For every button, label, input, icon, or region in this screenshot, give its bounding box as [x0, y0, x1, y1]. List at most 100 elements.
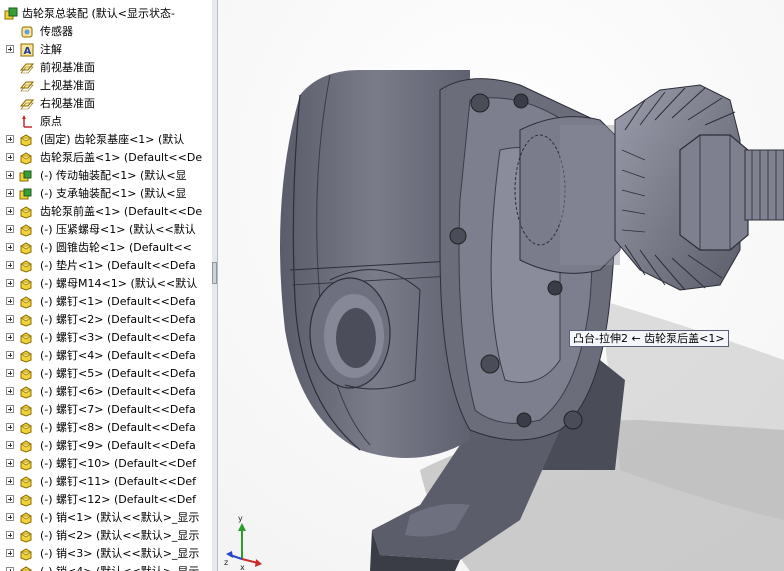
- tree-item[interactable]: (-) 螺钉<5> (Default<<Defa: [0, 365, 212, 383]
- part-icon: [19, 458, 33, 471]
- tree-item-label: (-) 销<3> (默认<<默认>_显示: [40, 547, 200, 560]
- expand-toggle-icon[interactable]: [6, 279, 14, 287]
- tree-item-label: 齿轮泵总装配 (默认<显示状态-: [22, 7, 175, 20]
- subassembly-icon: [19, 170, 32, 182]
- tree-item-label: (-) 销<4> (默认<<默认>_显示: [40, 563, 199, 571]
- gear-pump-model[interactable]: [218, 0, 784, 571]
- tree-item-label: (-) 螺钉<8> (Default<<Defa: [40, 421, 196, 434]
- plane-icon: [20, 63, 34, 74]
- tree-item[interactable]: 原点: [0, 113, 212, 131]
- tree-item[interactable]: A 注解: [0, 41, 212, 59]
- expand-toggle-icon[interactable]: [6, 315, 14, 323]
- part-icon: [19, 512, 33, 525]
- tree-item[interactable]: (-) 压紧螺母<1> (默认<<默认: [0, 221, 212, 239]
- expand-toggle-icon[interactable]: [6, 351, 14, 359]
- tree-item[interactable]: 上视基准面: [0, 77, 212, 95]
- tree-item[interactable]: (-) 螺钉<1> (Default<<Defa: [0, 293, 212, 311]
- tree-item-label: (-) 压紧螺母<1> (默认<<默认: [40, 223, 196, 236]
- expand-toggle-icon[interactable]: [6, 333, 14, 341]
- expand-toggle-icon[interactable]: [6, 243, 14, 251]
- part-icon: [19, 134, 33, 147]
- tree-item[interactable]: (-) 螺钉<4> (Default<<Defa: [0, 347, 212, 365]
- expand-toggle-icon[interactable]: [6, 369, 14, 377]
- tree-item-label: (-) 销<1> (默认<<默认>_显示: [40, 511, 200, 524]
- expand-toggle-icon[interactable]: [6, 171, 14, 179]
- tree-item-label: (-) 螺钉<9> (Default<<Defa: [40, 439, 196, 452]
- tree-item[interactable]: 前视基准面: [0, 59, 212, 77]
- expand-toggle-icon[interactable]: [6, 135, 14, 143]
- expand-toggle-icon[interactable]: [6, 549, 14, 557]
- expand-toggle-icon[interactable]: [6, 297, 14, 305]
- tree-item-label: (-) 圆锥齿轮<1> (Default<<: [40, 241, 192, 254]
- part-icon: [19, 494, 33, 507]
- tree-item-label: 上视基准面: [40, 79, 95, 92]
- expand-toggle-icon[interactable]: [6, 405, 14, 413]
- tree-item[interactable]: (-) 圆锥齿轮<1> (Default<<: [0, 239, 212, 257]
- expand-toggle-icon[interactable]: [6, 45, 14, 53]
- tree-item[interactable]: (-) 螺钉<3> (Default<<Defa: [0, 329, 212, 347]
- expand-toggle-icon[interactable]: [6, 477, 14, 485]
- sensor-icon: [21, 26, 33, 38]
- tree-item[interactable]: (-) 螺钉<6> (Default<<Defa: [0, 383, 212, 401]
- expand-toggle-icon[interactable]: [6, 423, 14, 431]
- assembly-icon: [4, 7, 18, 20]
- tree-item-label: (-) 垫片<1> (Default<<Defa: [40, 259, 196, 272]
- tree-item-label: (-) 螺母M14<1> (默认<<默认: [40, 277, 198, 290]
- tree-item[interactable]: (-) 螺钉<7> (Default<<Defa: [0, 401, 212, 419]
- tree-item[interactable]: (-) 螺钉<12> (Default<<Def: [0, 491, 212, 509]
- expand-toggle-icon[interactable]: [6, 225, 14, 233]
- tree-item[interactable]: 齿轮泵前盖<1> (Default<<De: [0, 203, 212, 221]
- part-icon: [19, 224, 33, 237]
- triad-z-label: z: [224, 558, 228, 567]
- tree-item[interactable]: (-) 螺钉<8> (Default<<Defa: [0, 419, 212, 437]
- expand-toggle-icon[interactable]: [6, 261, 14, 269]
- expand-toggle-icon[interactable]: [6, 441, 14, 449]
- tree-item[interactable]: 右视基准面: [0, 95, 212, 113]
- tree-item[interactable]: (-) 销<2> (默认<<默认>_显示: [0, 527, 212, 545]
- tree-item-label: (-) 螺钉<3> (Default<<Defa: [40, 331, 196, 344]
- tree-item[interactable]: (-) 销<3> (默认<<默认>_显示: [0, 545, 212, 563]
- tree-item[interactable]: (-) 螺钉<11> (Default<<Def: [0, 473, 212, 491]
- tree-item[interactable]: (-) 螺钉<9> (Default<<Defa: [0, 437, 212, 455]
- tree-item[interactable]: (-) 螺母M14<1> (默认<<默认: [0, 275, 212, 293]
- tree-item[interactable]: (固定) 齿轮泵基座<1> (默认: [0, 131, 212, 149]
- tree-item[interactable]: (-) 螺钉<2> (Default<<Defa: [0, 311, 212, 329]
- tree-item-label: (-) 螺钉<11> (Default<<Def: [40, 475, 197, 488]
- part-icon: [19, 530, 33, 543]
- tree-item[interactable]: (-) 销<4> (默认<<默认>_显示: [0, 563, 212, 571]
- expand-toggle-icon[interactable]: [6, 387, 14, 395]
- origin-icon: [22, 115, 32, 128]
- expand-toggle-icon[interactable]: [6, 513, 14, 521]
- tree-item[interactable]: (-) 销<1> (默认<<默认>_显示: [0, 509, 212, 527]
- tree-item-label: 前视基准面: [40, 61, 95, 74]
- tree-item[interactable]: 传感器: [0, 23, 212, 41]
- threaded-shaft-end: [744, 149, 784, 221]
- expand-toggle-icon[interactable]: [6, 207, 14, 215]
- tree-item[interactable]: (-) 支承轴装配<1> (默认<显: [0, 185, 212, 203]
- tree-item-label: 右视基准面: [40, 97, 95, 110]
- part-icon: [19, 548, 33, 561]
- expand-toggle-icon[interactable]: [6, 531, 14, 539]
- tree-item-label: (-) 螺钉<2> (Default<<Defa: [40, 313, 196, 326]
- tree-item-label: (-) 螺钉<12> (Default<<Def: [40, 493, 197, 506]
- graphics-viewport[interactable]: [218, 0, 784, 571]
- tree-root-assembly[interactable]: 齿轮泵总装配 (默认<显示状态-: [0, 5, 212, 23]
- expand-toggle-icon[interactable]: [6, 495, 14, 503]
- tree-item[interactable]: (-) 垫片<1> (Default<<Defa: [0, 257, 212, 275]
- expand-toggle-icon[interactable]: [6, 189, 14, 197]
- tree-item[interactable]: (-) 传动轴装配<1> (默认<显: [0, 167, 212, 185]
- tree-item-label: (-) 销<2> (默认<<默认>_显示: [40, 529, 200, 542]
- part-icon: [19, 404, 33, 417]
- expand-toggle-icon[interactable]: [6, 459, 14, 467]
- splitter-collapse-handle[interactable]: [212, 262, 217, 284]
- tree-item-label: (-) 螺钉<6> (Default<<Defa: [40, 385, 196, 398]
- tree-item-label: (-) 螺钉<4> (Default<<Defa: [40, 349, 196, 362]
- expand-toggle-icon[interactable]: [6, 153, 14, 161]
- tree-item-label: (固定) 齿轮泵基座<1> (默认: [40, 133, 185, 146]
- tree-item[interactable]: 齿轮泵后盖<1> (Default<<De: [0, 149, 212, 167]
- tree-item-label: 注解: [40, 43, 62, 56]
- triad-x-label: x: [240, 563, 245, 571]
- tree-item[interactable]: (-) 螺钉<10> (Default<<Def: [0, 455, 212, 473]
- expand-toggle-icon[interactable]: [6, 567, 14, 571]
- part-icon: [19, 296, 33, 309]
